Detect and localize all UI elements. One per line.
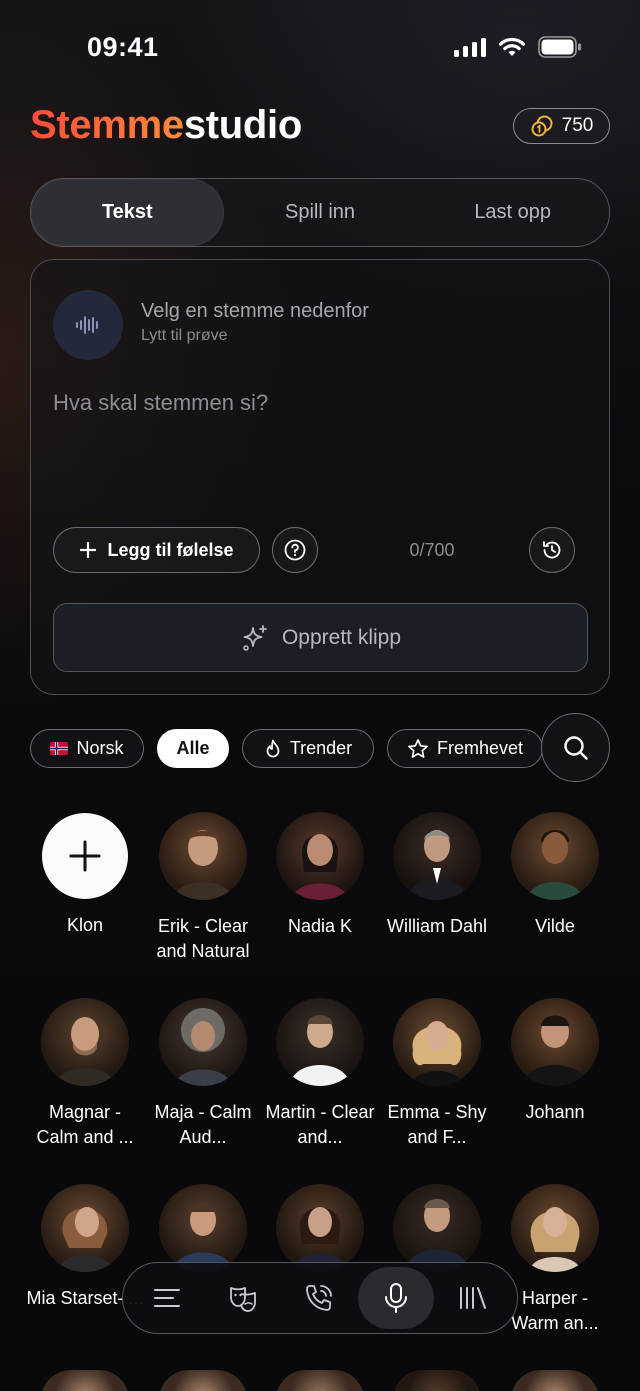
tab-record[interactable]: Spill inn xyxy=(224,179,417,246)
microphone-icon xyxy=(385,1283,407,1313)
voice-avatar xyxy=(159,1184,247,1272)
history-button[interactable] xyxy=(529,527,575,573)
nav-menu[interactable] xyxy=(130,1261,204,1335)
voice-avatar xyxy=(41,1184,129,1272)
voice-card[interactable]: Nadia K xyxy=(261,812,379,939)
nav-library[interactable] xyxy=(436,1261,510,1335)
voice-avatar xyxy=(276,812,364,900)
credits-count: 750 xyxy=(561,115,594,136)
library-icon xyxy=(460,1287,486,1309)
create-clip-label: Opprett klipp xyxy=(281,625,402,649)
voice-avatar xyxy=(511,998,599,1086)
voice-subtitle: Lytt til prøve xyxy=(141,327,228,344)
voice-name: William Dahl xyxy=(386,916,487,936)
tab-upload[interactable]: Last opp xyxy=(416,179,609,246)
voice-name: Johann xyxy=(525,1102,585,1122)
voice-name: Vilde xyxy=(535,916,575,936)
waveform-icon xyxy=(76,316,98,334)
voice-card[interactable]: Emma - Shy and F... xyxy=(378,998,496,1150)
mode-tabs: Tekst Spill inn Last opp xyxy=(30,178,610,247)
search-button[interactable] xyxy=(541,713,610,782)
featured-filter-label: Fremhevet xyxy=(436,738,524,758)
voice-avatar-partial xyxy=(276,1370,364,1391)
status-icons xyxy=(454,36,582,58)
credits-badge[interactable]: 750 xyxy=(513,108,610,144)
voice-avatar-partial xyxy=(393,1370,481,1391)
create-clip-button[interactable]: Opprett klipp xyxy=(53,603,588,672)
screen: 09:41 Stemmestudio 750 Tekst Spill inn L… xyxy=(0,0,640,1391)
clone-voice-item[interactable]: Klon xyxy=(26,813,144,938)
voice-avatar xyxy=(41,998,129,1086)
voice-avatar xyxy=(393,1184,481,1272)
voice-name: Emma - Shy and F... xyxy=(387,1102,487,1147)
nav-effects[interactable] xyxy=(206,1261,280,1335)
app-title-part-1: Stemme xyxy=(30,103,184,147)
history-icon xyxy=(543,541,561,559)
speech-text-input[interactable] xyxy=(53,390,589,510)
nav-calls[interactable] xyxy=(282,1261,356,1335)
voice-card[interactable]: Erik - Clear and Natural xyxy=(144,812,262,964)
status-time: 09:41 xyxy=(87,32,159,62)
editor-card: Velg en stemme nedenfor Lytt til prøve L… xyxy=(30,259,610,695)
character-count: 0/700 xyxy=(409,540,455,560)
flame-icon xyxy=(266,739,280,757)
voice-title: Velg en stemme nedenfor xyxy=(141,300,369,322)
voice-name: Maja - Calm Aud... xyxy=(154,1102,252,1147)
wifi-icon xyxy=(498,37,526,56)
voice-avatar xyxy=(276,998,364,1086)
language-filter-chip[interactable]: Norsk xyxy=(30,729,144,768)
voice-avatar xyxy=(159,812,247,900)
status-bar: 09:41 xyxy=(0,0,640,96)
coins-icon xyxy=(531,115,553,137)
voice-card[interactable]: Maja - Calm Aud... xyxy=(144,998,262,1150)
voice-avatar-partial xyxy=(41,1370,129,1391)
nav-voice[interactable] xyxy=(358,1267,434,1329)
language-filter-label: Norsk xyxy=(76,738,124,758)
voice-name: Magnar - Calm and ... xyxy=(36,1102,134,1147)
help-button[interactable] xyxy=(272,527,318,573)
plus-icon xyxy=(80,541,97,559)
phone-call-icon xyxy=(306,1285,332,1311)
tab-text[interactable]: Tekst xyxy=(31,179,224,246)
add-emotion-label: Legg til følelse xyxy=(107,539,234,560)
trending-filter-label: Trender xyxy=(289,738,353,758)
voice-card[interactable]: Johann xyxy=(496,998,614,1125)
voice-avatar xyxy=(511,812,599,900)
trending-filter-chip[interactable]: Trender xyxy=(242,729,374,768)
voice-avatar-partial xyxy=(511,1370,599,1391)
norway-flag-icon xyxy=(50,742,69,755)
voice-name: Klon xyxy=(66,915,104,935)
voice-card[interactable]: William Dahl xyxy=(378,812,496,939)
all-filter-chip[interactable]: Alle xyxy=(157,729,229,768)
voice-avatar xyxy=(159,998,247,1086)
plus-icon xyxy=(69,840,101,872)
cellular-signal-icon xyxy=(454,37,486,57)
voice-name: Erik - Clear and Natural xyxy=(156,916,250,961)
voice-avatar xyxy=(393,998,481,1086)
featured-filter-chip[interactable]: Fremhevet xyxy=(387,729,543,768)
add-voice-button[interactable] xyxy=(42,813,128,899)
voice-name: Nadia K xyxy=(287,916,353,936)
sparkles-icon xyxy=(243,624,267,651)
voice-card[interactable]: Martin - Clear and... xyxy=(261,998,379,1150)
add-emotion-button[interactable]: Legg til følelse xyxy=(53,527,260,573)
voice-card[interactable]: Magnar - Calm and ... xyxy=(26,998,144,1150)
voice-avatar xyxy=(276,1184,364,1272)
voice-avatar xyxy=(511,1184,599,1272)
selected-voice-avatar[interactable] xyxy=(53,290,123,360)
theater-masks-icon xyxy=(230,1287,256,1312)
question-mark-icon xyxy=(284,539,306,561)
app-title: Stemmestudio xyxy=(30,103,302,148)
menu-icon xyxy=(154,1289,180,1307)
voice-card[interactable]: Vilde xyxy=(496,812,614,939)
star-icon xyxy=(408,738,428,758)
voice-name: Martin - Clear and... xyxy=(265,1102,375,1147)
search-icon xyxy=(563,735,588,760)
voice-avatar xyxy=(393,812,481,900)
voice-avatar-partial xyxy=(159,1370,247,1391)
bottom-navigation xyxy=(122,1262,518,1334)
app-title-part-2: studio xyxy=(183,103,303,147)
battery-icon xyxy=(538,36,581,58)
